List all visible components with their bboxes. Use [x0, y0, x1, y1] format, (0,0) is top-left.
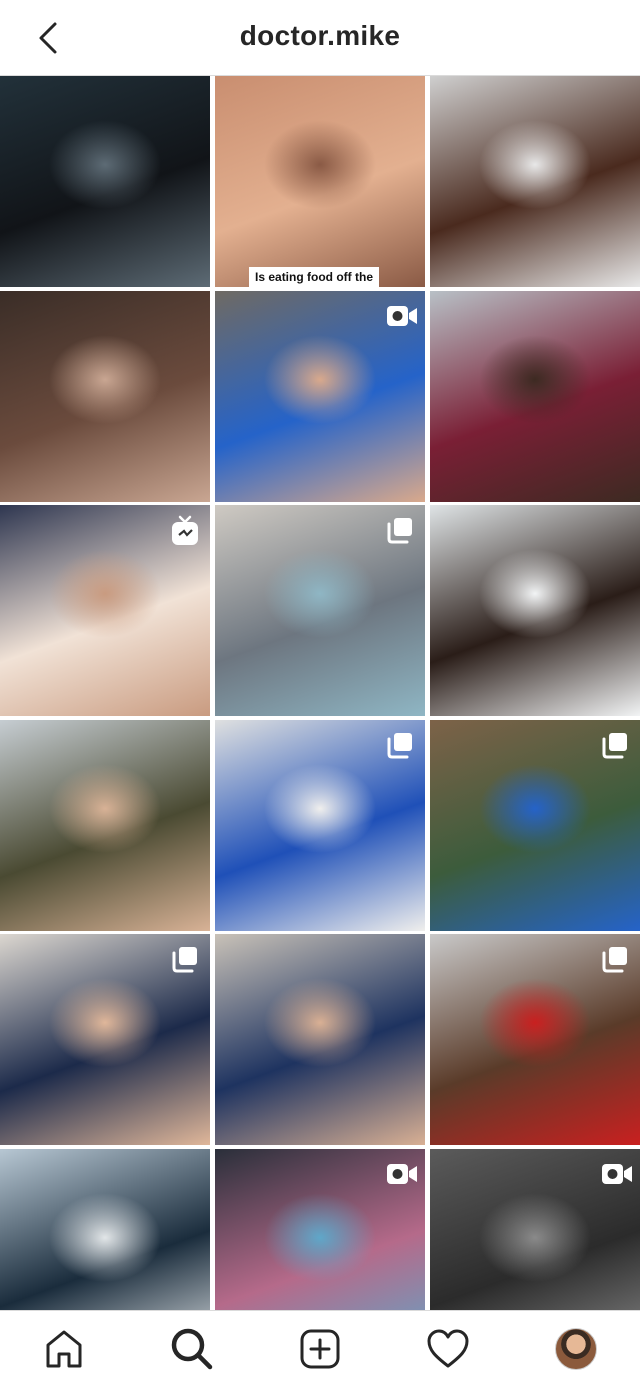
- grid-post-tile[interactable]: [430, 720, 640, 931]
- post-type-badge: [600, 944, 630, 974]
- grid-post-tile[interactable]: Is eating food off the: [215, 76, 425, 287]
- top-bar: doctor.mike: [0, 0, 640, 76]
- nav-profile-button[interactable]: [546, 1319, 606, 1379]
- post-thumbnail-image: [0, 1149, 210, 1310]
- post-thumbnail-image: [0, 720, 210, 931]
- grid-post-tile[interactable]: [430, 505, 640, 716]
- grid-post-tile[interactable]: [430, 934, 640, 1145]
- grid-post-tile[interactable]: [0, 1149, 210, 1310]
- grid-post-tile[interactable]: [215, 291, 425, 502]
- activity-heart-icon: [427, 1329, 469, 1367]
- post-thumbnail-image: [430, 291, 640, 502]
- posts-grid: Is eating food off the: [0, 76, 640, 1310]
- carousel-icon: [172, 947, 197, 973]
- grid-post-tile[interactable]: [430, 291, 640, 502]
- post-thumbnail-image: [215, 76, 425, 287]
- post-type-badge: [170, 515, 200, 545]
- profile-username-title: doctor.mike: [239, 20, 401, 51]
- grid-post-tile[interactable]: [430, 1149, 640, 1310]
- post-thumbnail-image: [0, 291, 210, 502]
- grid-post-tile[interactable]: [0, 505, 210, 716]
- igtv-icon: [172, 515, 198, 545]
- grid-post-tile[interactable]: [215, 505, 425, 716]
- profile-avatar: [555, 1327, 597, 1370]
- nav-activity-button[interactable]: [418, 1319, 478, 1379]
- post-type-badge: [385, 301, 417, 331]
- post-type-badge: [385, 515, 415, 545]
- grid-post-tile[interactable]: [215, 720, 425, 931]
- grid-post-tile[interactable]: [215, 1149, 425, 1310]
- post-thumbnail-image: [430, 505, 640, 716]
- nav-new-post-button[interactable]: [290, 1319, 350, 1379]
- carousel-icon: [602, 947, 627, 973]
- post-type-badge: [600, 730, 630, 760]
- post-thumbnail-image: [430, 76, 640, 287]
- home-icon: [46, 1330, 82, 1367]
- post-thumbnail-image: [215, 934, 425, 1145]
- grid-post-tile[interactable]: [0, 76, 210, 287]
- carousel-icon: [387, 733, 412, 759]
- grid-post-tile[interactable]: [0, 720, 210, 931]
- post-type-badge: [600, 1159, 632, 1189]
- grid-post-tile[interactable]: [0, 291, 210, 502]
- post-thumbnail-image: [0, 76, 210, 287]
- grid-post-tile[interactable]: [0, 934, 210, 1145]
- carousel-icon: [387, 518, 412, 544]
- video-icon: [387, 306, 417, 326]
- post-type-badge: [170, 944, 200, 974]
- bottom-navigation-bar: [0, 1310, 640, 1386]
- search-icon: [171, 1328, 213, 1369]
- post-caption-overlay: Is eating food off the: [249, 267, 379, 287]
- video-icon: [602, 1164, 632, 1184]
- grid-post-tile[interactable]: [430, 76, 640, 287]
- nav-search-button[interactable]: [162, 1319, 222, 1379]
- post-type-badge: [385, 730, 415, 760]
- video-icon: [387, 1164, 417, 1184]
- nav-home-button[interactable]: [34, 1319, 94, 1379]
- carousel-icon: [602, 733, 627, 759]
- new-post-icon: [300, 1329, 340, 1368]
- grid-post-tile[interactable]: [215, 934, 425, 1145]
- post-type-badge: [385, 1159, 417, 1189]
